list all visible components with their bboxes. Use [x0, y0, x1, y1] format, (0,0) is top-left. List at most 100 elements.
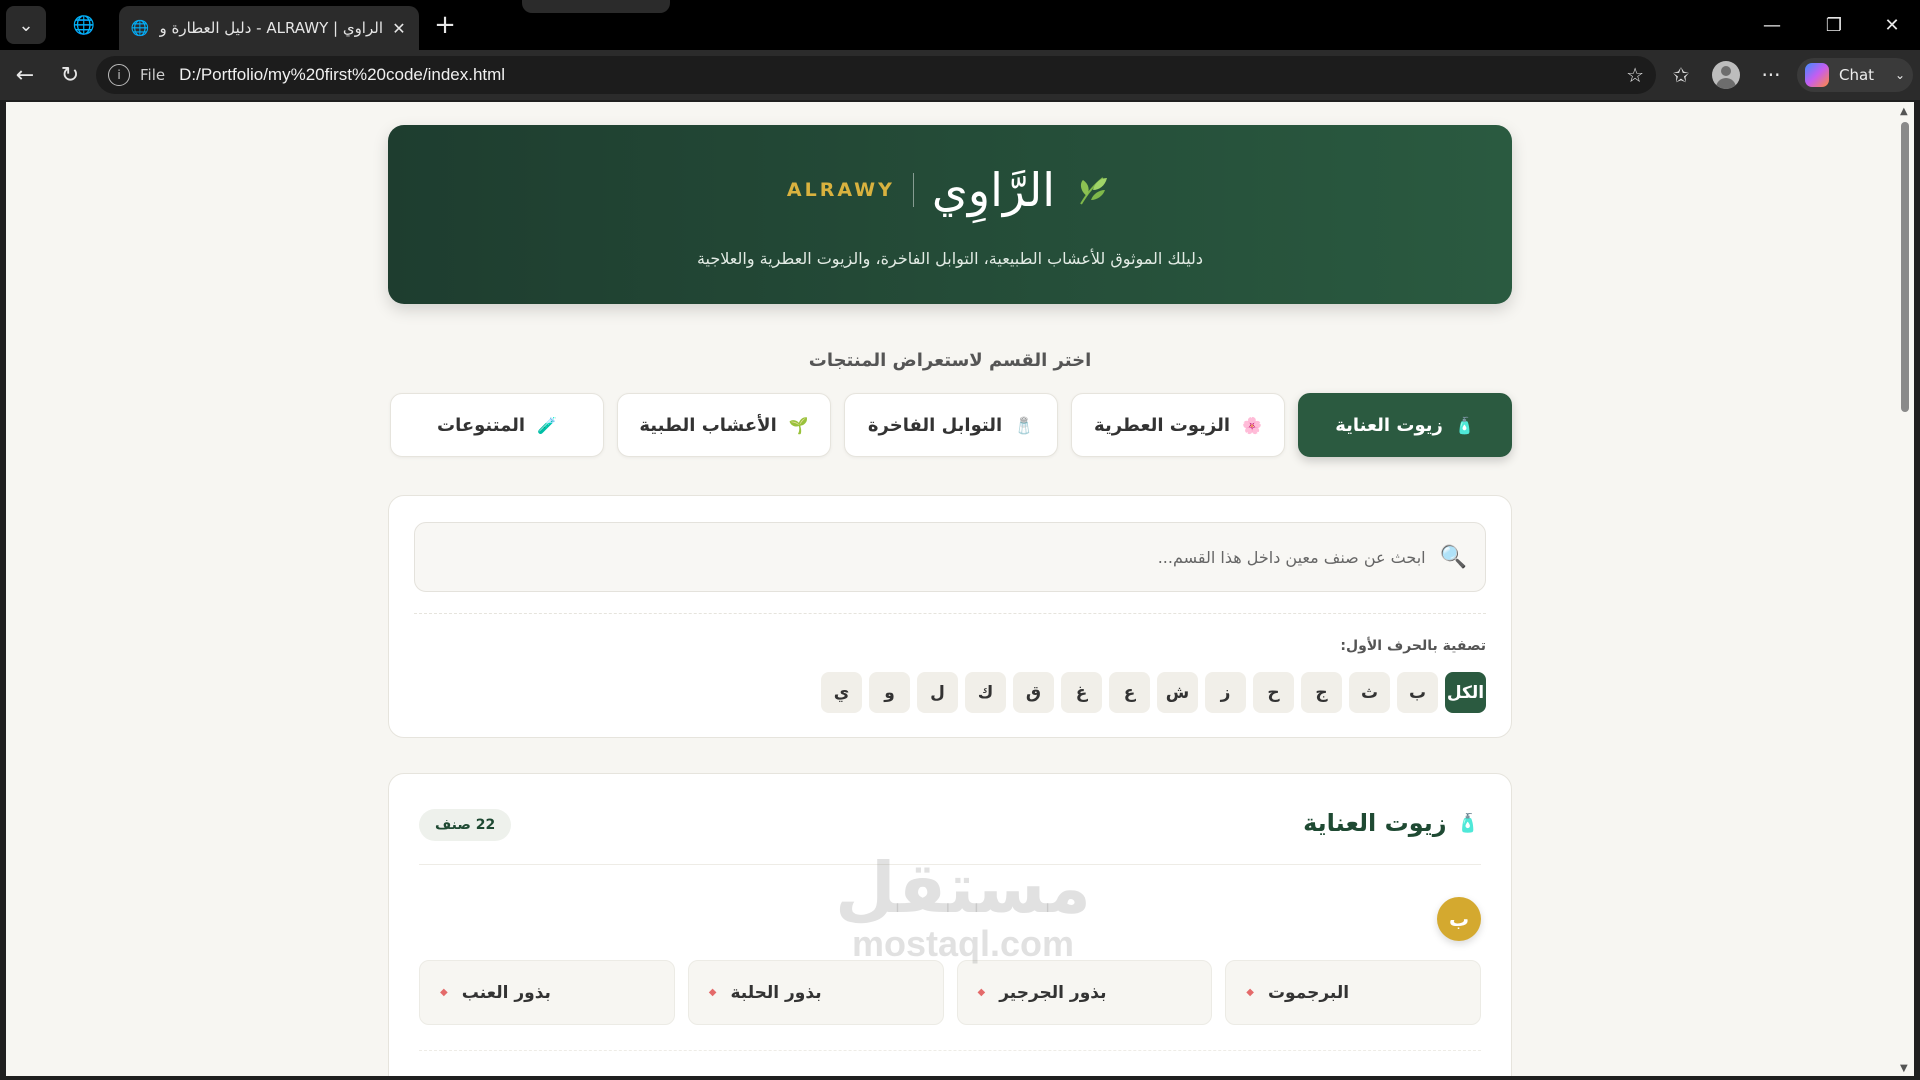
copilot-icon	[1805, 63, 1829, 87]
item-label: بذور العنب	[461, 982, 551, 1003]
letter-filter-button[interactable]: ل	[917, 672, 958, 713]
letters-filter: الكل ب ث ج ح ز ش ع غ ق ك ل و ي	[821, 672, 1486, 713]
browser-titlebar: ⌄ 🌐 🌐 الراوي | ALRAWY - دليل العطارة وال…	[0, 0, 1920, 50]
minimize-button[interactable]: —	[1742, 0, 1802, 50]
more-menu-button[interactable]: ···	[1755, 59, 1787, 91]
salt-shaker-icon: 🧂	[1014, 415, 1035, 435]
reload-icon: ↻	[60, 62, 80, 88]
section-title: اختر القسم لاستعراض المنتجات	[808, 350, 1092, 371]
group-letter-badge: ب	[1437, 897, 1481, 941]
list-item[interactable]: ◆ بذور الجرجير	[956, 960, 1213, 1025]
search-box[interactable]: 🔍	[414, 522, 1486, 592]
divider	[419, 864, 1481, 865]
hero-subtitle: دليلك الموثوق للأعشاب الطبيعية، التوابل …	[696, 249, 1204, 268]
back-button[interactable]: ←	[7, 57, 43, 93]
tab-care-oils[interactable]: 🧴 زيوت العناية	[1298, 393, 1512, 457]
letter-filter-button[interactable]: ك	[965, 672, 1006, 713]
triangle-up-icon[interactable]: ▲	[1900, 106, 1908, 117]
bottle-icon: 🧴	[1456, 812, 1479, 834]
letter-filter-all[interactable]: الكل	[1445, 672, 1486, 713]
tab-label: الزيوت العطرية	[1094, 414, 1231, 436]
category-tabs: 🧴 زيوت العناية 🌸 الزيوت العطرية 🧂 التواب…	[388, 393, 1512, 459]
letter-filter-button[interactable]: ث	[1349, 672, 1390, 713]
minimize-icon: —	[1763, 14, 1781, 36]
bottle-icon: 🧴	[1454, 415, 1475, 435]
page-scrollbar[interactable]: ▲ ▼	[1896, 102, 1914, 1076]
more-dots-icon: ···	[1761, 63, 1781, 87]
list-title: زيوت العناية	[1303, 809, 1447, 837]
list-item[interactable]: ◆ بذور العنب	[419, 960, 675, 1025]
divider	[419, 1050, 1481, 1051]
tab-aromatic-oils[interactable]: 🌸 الزيوت العطرية	[1071, 393, 1285, 457]
flower-icon: 🌸	[1242, 415, 1262, 435]
address-bar[interactable]: i File D:/Portfolio/my%20first%20code/in…	[96, 56, 1656, 94]
bullet-icon: ◆	[708, 987, 717, 998]
leaf-icon	[1080, 177, 1108, 205]
tab-label: التوابل الفاخرة	[867, 414, 1003, 436]
brand-latin: ALRAWY	[786, 179, 895, 201]
workspaces-button[interactable]: 🌐	[64, 6, 104, 44]
maximize-button[interactable]: ❐	[1804, 0, 1864, 50]
browser-tab-active[interactable]: 🌐 الراوي | ALRAWY - دليل العطارة والز ✕	[119, 6, 419, 50]
globe-icon: 🌐	[72, 14, 96, 36]
tab-title: الراوي | ALRAWY - دليل العطارة والز	[159, 19, 383, 37]
list-item[interactable]: ◆ بذور الحلبة	[687, 960, 944, 1025]
favorites-icon: ✩	[1672, 63, 1690, 87]
letter-filter-button[interactable]: ق	[1013, 672, 1054, 713]
search-icon: 🔍	[1439, 544, 1467, 570]
letter-filter-button[interactable]: غ	[1061, 672, 1102, 713]
count-badge: 22 صنف	[419, 809, 512, 841]
close-window-button[interactable]: ✕	[1862, 0, 1920, 50]
info-icon[interactable]: i	[108, 64, 130, 86]
list-header: 🧴 زيوت العناية	[1303, 809, 1479, 837]
restore-icon: ❐	[1825, 14, 1843, 36]
list-item[interactable]: ◆ البرجموت	[1225, 960, 1481, 1025]
scrollbar-thumb[interactable]	[1901, 122, 1909, 412]
item-label: بذور الجرجير	[999, 982, 1107, 1003]
divider	[414, 613, 1486, 614]
profile-button[interactable]	[1710, 59, 1742, 91]
filter-card: 🔍 تصفية بالحرف الأول: الكل ب ث ج ح ز ش ع…	[388, 495, 1512, 738]
star-icon[interactable]: ☆	[1626, 63, 1644, 87]
tab-misc[interactable]: 🧪 المتنوعات	[390, 393, 604, 457]
tab-list-dropdown-button[interactable]: ⌄	[6, 6, 46, 44]
tab-herbs[interactable]: 🌱 الأعشاب الطبية	[617, 393, 831, 457]
url-text[interactable]: D:/Portfolio/my%20first%20code/index.htm…	[179, 65, 505, 85]
letter-filter-button[interactable]: و	[869, 672, 910, 713]
bullet-icon: ◆	[1246, 987, 1254, 998]
arrow-left-icon: ←	[15, 62, 35, 88]
letter-filter-button[interactable]: ب	[1397, 672, 1438, 713]
bullet-icon: ◆	[440, 987, 448, 998]
products-list-card: 🧴 زيوت العناية 22 صنف ب ◆ البرجموت ◆ بذو…	[388, 773, 1512, 1076]
letter-filter-button[interactable]: ز	[1205, 672, 1246, 713]
tab-label: الأعشاب الطبية	[639, 414, 777, 436]
search-input[interactable]	[433, 547, 1426, 567]
chat-button[interactable]: Chat ⌄	[1797, 58, 1913, 92]
brand-arabic: الرَّاوِي	[931, 163, 1056, 217]
new-tab-button[interactable]: +	[428, 8, 462, 42]
letter-filter-button[interactable]: ع	[1109, 672, 1150, 713]
close-icon: ✕	[1884, 14, 1900, 36]
letter-filter-button[interactable]: ج	[1301, 672, 1342, 713]
reload-button[interactable]: ↻	[52, 57, 88, 93]
tab-label: زيوت العناية	[1335, 414, 1443, 436]
letter-filter-button[interactable]: ح	[1253, 672, 1294, 713]
favorites-button[interactable]: ✩	[1665, 59, 1697, 91]
item-label: البرجموت	[1267, 982, 1350, 1003]
brand-row: ALRAWY الرَّاوِي	[388, 163, 1512, 217]
url-scheme: File	[140, 66, 166, 84]
triangle-down-icon[interactable]: ▼	[1900, 1063, 1908, 1074]
window-drag-handle[interactable]	[522, 0, 670, 13]
close-icon[interactable]: ✕	[389, 19, 409, 38]
chat-label: Chat	[1839, 66, 1875, 84]
chevron-down-icon: ⌄	[18, 14, 34, 36]
tab-spices[interactable]: 🧂 التوابل الفاخرة	[844, 393, 1058, 457]
letter-filter-button[interactable]: ش	[1157, 672, 1198, 713]
tab-label: المتنوعات	[436, 414, 526, 436]
letter-filter-button[interactable]: ي	[821, 672, 862, 713]
avatar	[1712, 61, 1740, 89]
globe-icon: 🌐	[130, 19, 150, 37]
hero-banner: ALRAWY الرَّاوِي دليلك الموثوق للأعشاب ا…	[388, 125, 1512, 304]
items-grid: ◆ البرجموت ◆ بذور الجرجير ◆ بذور الحلبة …	[419, 960, 1481, 1025]
seedling-icon: 🌱	[788, 415, 809, 435]
